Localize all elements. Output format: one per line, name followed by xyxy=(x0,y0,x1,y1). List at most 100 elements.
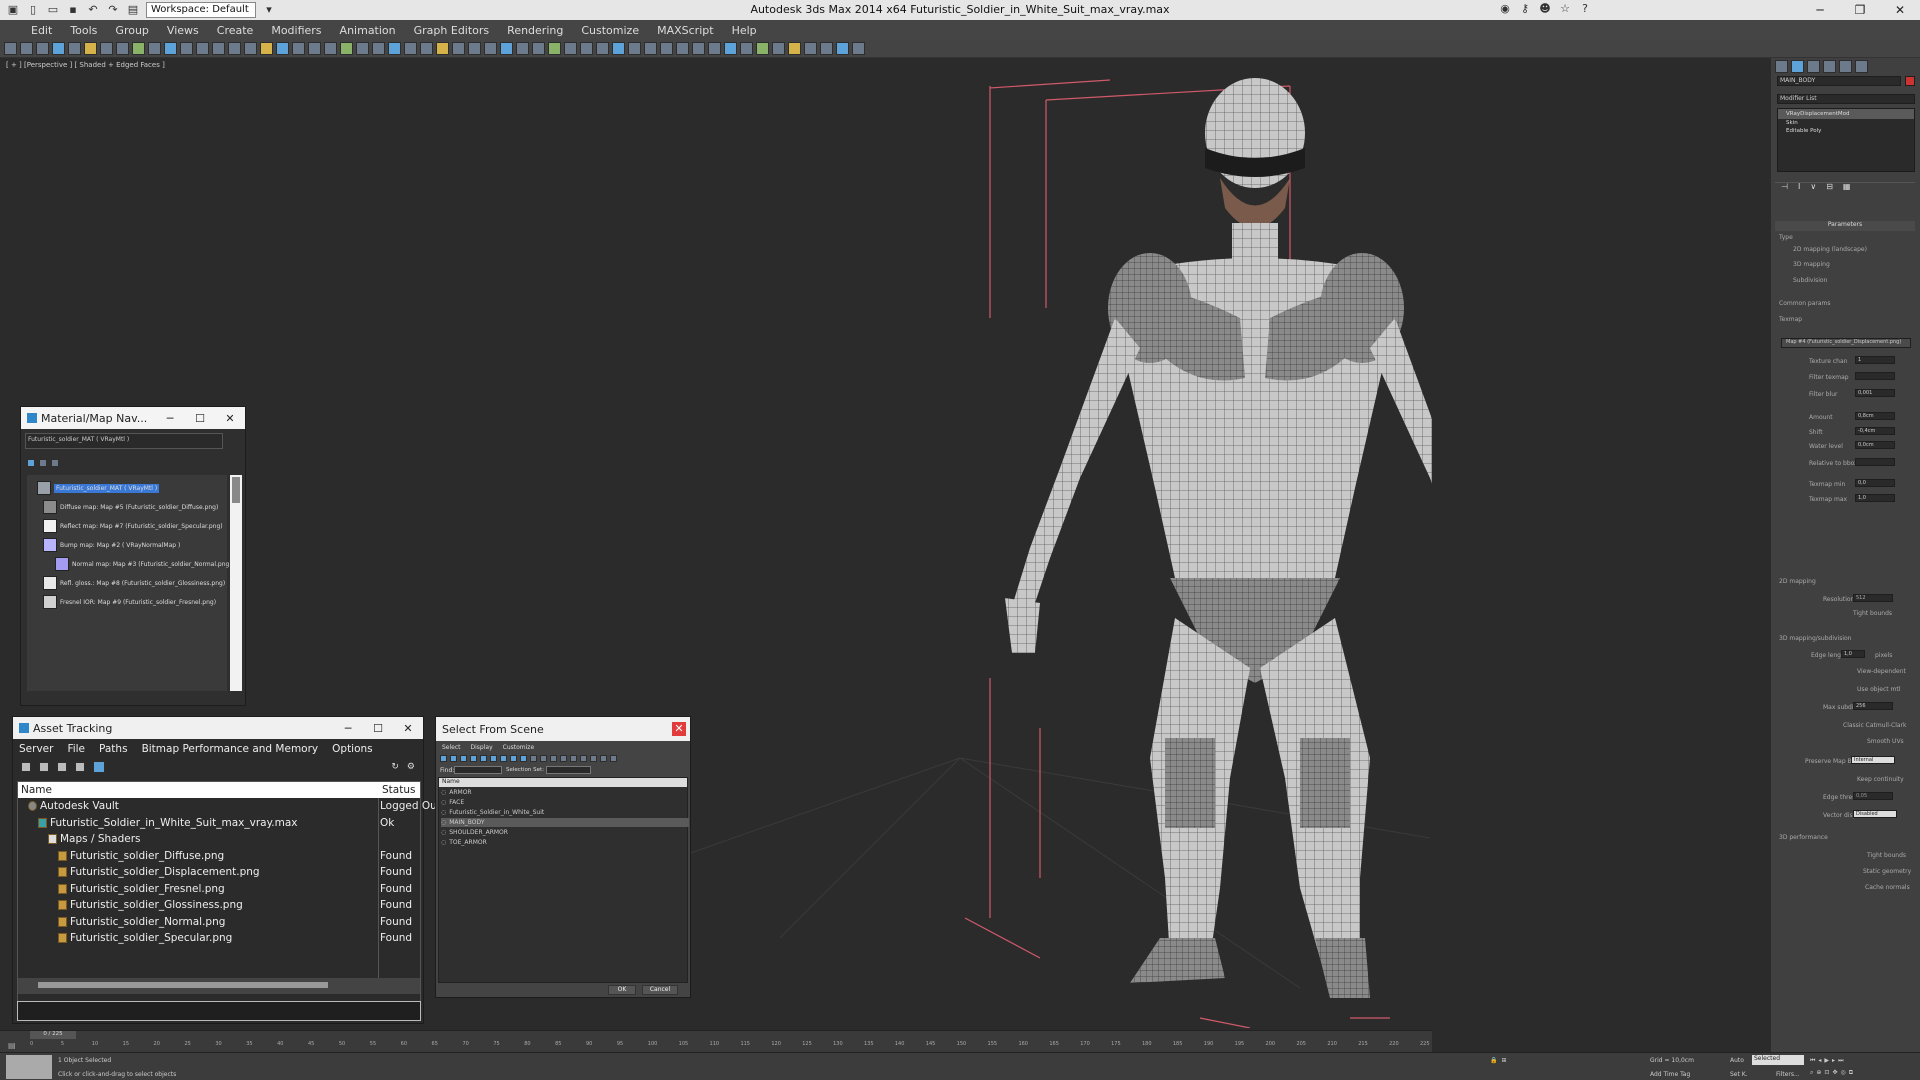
vray-proxy-icon[interactable] xyxy=(692,42,705,55)
modify-tab-icon[interactable] xyxy=(1791,60,1804,73)
menu-create[interactable]: Create xyxy=(208,24,263,37)
menu-server[interactable]: Server xyxy=(19,743,53,755)
workspace-dropdown[interactable]: Workspace: Default xyxy=(146,2,256,18)
type-subdivision-radio[interactable]: Subdivision xyxy=(1793,277,1827,284)
type-2d-mapping-radio[interactable]: 2D mapping (landscape) xyxy=(1793,246,1867,253)
menu-maxscript[interactable]: MAXScript xyxy=(648,24,722,37)
freeze-icon[interactable] xyxy=(788,42,801,55)
scene-object-row[interactable]: ◌ FACE xyxy=(441,798,689,807)
scene-object-row[interactable]: ◌ Futuristic_Soldier_in_White_Suit xyxy=(441,808,689,817)
material-tree-item[interactable]: Futuristic_soldier_MAT ( VRayMtl ) xyxy=(37,479,160,497)
list-icon[interactable] xyxy=(39,762,49,772)
isolate-icon[interactable] xyxy=(756,42,769,55)
display-groups-icon[interactable] xyxy=(500,755,507,762)
angle-snap-icon[interactable] xyxy=(260,42,273,55)
display-geometry-icon[interactable] xyxy=(440,755,447,762)
table-row[interactable]: Futuristic_soldier_Fresnel.png Found xyxy=(18,881,420,897)
app-logo-icon[interactable]: ▣ xyxy=(6,3,20,17)
minimize-icon[interactable]: ─ xyxy=(333,722,363,735)
percent-snap-icon[interactable] xyxy=(276,42,289,55)
set-key-button[interactable]: Set K. xyxy=(1730,1071,1748,1078)
cache-normals-checkbox[interactable]: Cache normals xyxy=(1865,884,1910,891)
display-helpers-icon[interactable] xyxy=(480,755,487,762)
named-selection-icon[interactable] xyxy=(308,42,321,55)
menu-customize[interactable]: Customize xyxy=(572,24,648,37)
parameters-rollout[interactable]: Parameters xyxy=(1775,221,1915,231)
material-tree-item[interactable]: Diffuse map: Map #5 (Futuristic_soldier_… xyxy=(43,498,218,516)
select-manipulate-icon[interactable] xyxy=(212,42,225,55)
server-icon[interactable] xyxy=(21,762,31,772)
minimize-icon[interactable]: ─ xyxy=(1800,0,1840,20)
scene-object-row[interactable]: ◌ MAIN_BODY xyxy=(441,818,689,827)
select-move-icon[interactable] xyxy=(132,42,145,55)
tree-icon[interactable] xyxy=(75,762,85,772)
modifier-list-dropdown[interactable]: Modifier List xyxy=(1777,94,1915,104)
spinner-snap-icon[interactable] xyxy=(292,42,305,55)
utilities-tab-icon[interactable] xyxy=(1855,60,1868,73)
menu-tools[interactable]: Tools xyxy=(61,24,106,37)
key-filters-button[interactable]: Filters... xyxy=(1776,1071,1800,1078)
field-value-0[interactable]: 1 xyxy=(1855,356,1895,364)
time-slider[interactable]: 0 / 225 xyxy=(30,1031,76,1039)
refresh-icon[interactable]: ↻ xyxy=(391,762,399,772)
unlink-icon[interactable] xyxy=(20,42,33,55)
sfs-column-name[interactable]: Name xyxy=(439,778,687,787)
show-hide-icon[interactable] xyxy=(93,761,105,773)
display-shapes-icon[interactable] xyxy=(450,755,457,762)
systems-icon[interactable] xyxy=(628,42,641,55)
key-filter-dropdown[interactable]: Selected xyxy=(1752,1055,1804,1065)
menu-rendering[interactable]: Rendering xyxy=(498,24,572,37)
create-helper-icon[interactable] xyxy=(596,42,609,55)
display-hidden-icon[interactable] xyxy=(550,755,557,762)
rect-region-icon[interactable] xyxy=(100,42,113,55)
render-setup-icon[interactable] xyxy=(436,42,449,55)
maximize-icon[interactable]: ☐ xyxy=(363,722,393,735)
menu-views[interactable]: Views xyxy=(158,24,208,37)
viewcube[interactable] xyxy=(1715,73,1755,99)
ref-coord-icon[interactable] xyxy=(180,42,193,55)
auto-key-button[interactable]: Auto xyxy=(1730,1057,1744,1064)
sfs-menu-customize[interactable]: Customize xyxy=(503,744,535,751)
window-crossing-icon[interactable] xyxy=(116,42,129,55)
static-geometry-checkbox[interactable]: Static geometry xyxy=(1863,868,1911,875)
save-icon[interactable]: ▪ xyxy=(66,3,80,17)
add-time-tag[interactable]: Add Time Tag xyxy=(1650,1071,1690,1078)
find-field[interactable] xyxy=(454,766,502,774)
display-cameras-icon[interactable] xyxy=(470,755,477,762)
view-dependent-checkbox[interactable]: View-dependent xyxy=(1857,668,1906,675)
create-light-icon[interactable] xyxy=(564,42,577,55)
menu-graph-editors[interactable]: Graph Editors xyxy=(405,24,499,37)
go-to-start-icon[interactable]: ⏮ xyxy=(1810,1057,1815,1065)
close-icon[interactable]: ✕ xyxy=(393,722,423,735)
field-value-5[interactable]: 0,0cm xyxy=(1855,441,1895,449)
menu-paths[interactable]: Paths xyxy=(99,743,128,755)
material-tree-item[interactable]: Refl. gloss.: Map #8 (Futuristic_soldier… xyxy=(43,574,225,592)
material-tree-item[interactable]: Reflect map: Map #7 (Futuristic_soldier_… xyxy=(43,517,223,535)
rendered-frame-icon[interactable] xyxy=(452,42,465,55)
vray-plane-icon[interactable] xyxy=(708,42,721,55)
remove-modifier-icon[interactable]: ⊟ xyxy=(1826,182,1833,191)
table-row[interactable]: Futuristic_soldier_Diffuse.png Found xyxy=(18,848,420,864)
space-warp-icon[interactable] xyxy=(612,42,625,55)
display-containers-icon[interactable] xyxy=(530,755,537,762)
menu-bitmap-performance[interactable]: Bitmap Performance and Memory xyxy=(142,743,319,755)
field-value-6[interactable] xyxy=(1855,458,1895,466)
bind-space-warp-icon[interactable] xyxy=(36,42,49,55)
filter-icon[interactable] xyxy=(600,755,607,762)
help-icon[interactable]: ? xyxy=(1578,2,1592,16)
mirror-icon[interactable] xyxy=(324,42,337,55)
pivot-icon[interactable] xyxy=(196,42,209,55)
display-frozen-icon[interactable] xyxy=(540,755,547,762)
close-icon[interactable]: ✕ xyxy=(672,722,686,736)
close-icon[interactable]: ✕ xyxy=(215,412,245,425)
material-tree-item[interactable]: Bump map: Map #2 ( VRayNormalMap ) xyxy=(43,536,180,554)
settings-icon[interactable]: ⚙ xyxy=(407,762,415,772)
vray-sun-icon[interactable] xyxy=(660,42,673,55)
edge-length-field[interactable]: 1,0 xyxy=(1841,650,1865,658)
menu-options[interactable]: Options xyxy=(332,743,373,755)
texmap-button[interactable]: Map #4 (Futuristic_soldier_Displacement.… xyxy=(1781,338,1911,348)
menu-edit[interactable]: Edit xyxy=(22,24,61,37)
zoom-icon[interactable]: ⌕ xyxy=(1810,1069,1813,1077)
soldier-model[interactable] xyxy=(1005,78,1510,998)
stack-item-1[interactable]: Skin xyxy=(1778,119,1914,127)
